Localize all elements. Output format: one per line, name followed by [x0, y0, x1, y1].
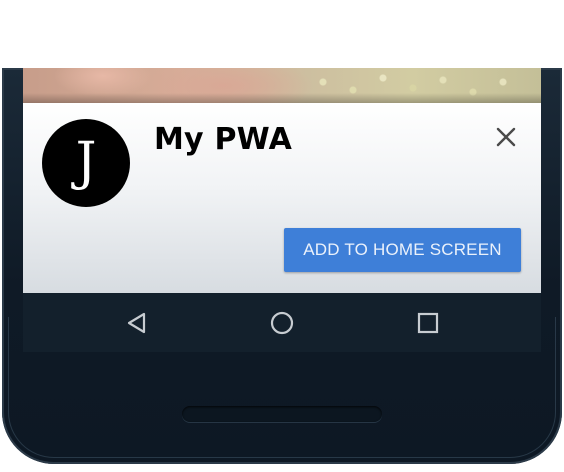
close-button[interactable] — [491, 122, 521, 152]
stage: J My PWA ADD TO HOME SCREEN — [0, 0, 564, 472]
background-photo — [23, 68, 541, 103]
close-icon — [496, 127, 516, 147]
nav-recents-button[interactable] — [414, 309, 442, 337]
android-navigation-bar — [23, 293, 541, 352]
nav-back-icon — [127, 312, 146, 334]
app-icon-letter: J — [75, 132, 97, 192]
nav-back-button[interactable] — [123, 309, 151, 337]
nav-home-button[interactable] — [268, 309, 296, 337]
add-to-home-banner: J My PWA ADD TO HOME SCREEN — [23, 103, 541, 293]
nav-home-icon — [270, 311, 294, 335]
phone-speaker-grille — [182, 406, 382, 422]
phone-screen: J My PWA ADD TO HOME SCREEN — [23, 68, 541, 352]
app-icon: J — [42, 119, 130, 207]
app-name: My PWA — [154, 122, 293, 157]
add-to-home-screen-button[interactable]: ADD TO HOME SCREEN — [284, 228, 521, 272]
nav-recents-icon — [417, 312, 439, 334]
